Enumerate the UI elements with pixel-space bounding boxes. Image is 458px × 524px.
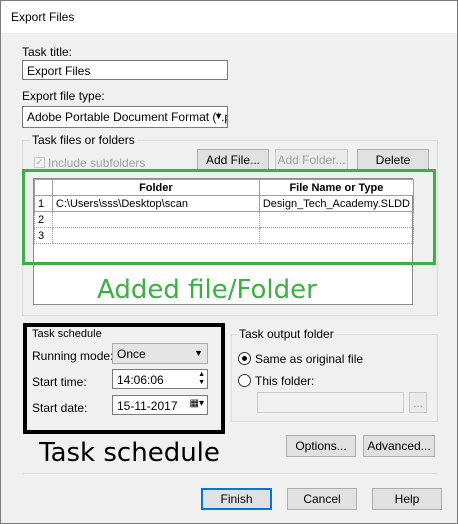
added-file-annotation: Added file/Folder (97, 275, 317, 305)
chevron-down-icon: ▼ (214, 111, 223, 121)
task-title-label: Task title: (22, 45, 73, 59)
export-type-select[interactable]: Adobe Portable Document Format (*.p ▼ (22, 106, 228, 128)
spinner-icon[interactable]: ▲ ▼ (198, 371, 205, 387)
start-time-input[interactable]: 14:06:06 ▲ ▼ (112, 369, 208, 389)
start-time-value: 14:06:06 (117, 373, 164, 387)
this-folder-input[interactable] (257, 392, 404, 413)
this-folder-radio[interactable] (238, 374, 251, 387)
same-as-original-radio[interactable] (238, 352, 251, 365)
add-folder-button[interactable]: Add Folder... (275, 149, 348, 171)
start-date-label: Start date: (32, 401, 88, 415)
task-schedule-label: Task schedule (32, 328, 102, 340)
export-type-value: Adobe Portable Document Format (*.p (27, 110, 228, 124)
add-file-button[interactable]: Add File... (197, 149, 269, 171)
calendar-icon[interactable]: ▦▾ (190, 398, 204, 409)
divider (23, 473, 437, 474)
browse-button[interactable]: ... (409, 392, 427, 413)
start-time-label: Start time: (32, 375, 87, 389)
export-files-dialog: Export Files Task title: Export Files Ex… (0, 0, 458, 524)
output-folder-label: Task output folder (237, 327, 336, 341)
running-mode-label: Running mode: (32, 349, 114, 363)
added-files-highlight (22, 169, 436, 265)
options-button[interactable]: Options... (286, 435, 356, 457)
include-subfolders-checkbox[interactable]: ✓ (34, 157, 45, 168)
window-title: Export Files (11, 10, 75, 24)
same-as-original-label: Same as original file (255, 352, 364, 366)
task-title-input[interactable]: Export Files (22, 60, 228, 80)
task-files-label: Task files or folders (30, 133, 137, 147)
finish-button[interactable]: Finish (201, 488, 272, 510)
advanced-button[interactable]: Advanced... (363, 435, 435, 457)
this-folder-label: This folder: (255, 374, 315, 388)
title-bar: Export Files (1, 1, 457, 33)
cancel-button[interactable]: Cancel (287, 488, 357, 510)
task-schedule-annotation: Task schedule (39, 438, 220, 468)
chevron-down-icon: ▼ (194, 348, 203, 358)
export-type-label: Export file type: (22, 89, 105, 103)
include-subfolders-label: Include subfolders (48, 156, 146, 170)
running-mode-value: Once (117, 347, 146, 361)
start-date-input[interactable]: 15-11-2017 ▦▾ (112, 395, 208, 415)
start-date-value: 15-11-2017 (117, 399, 178, 413)
help-button[interactable]: Help (372, 488, 442, 510)
delete-button[interactable]: Delete (357, 149, 429, 171)
running-mode-select[interactable]: Once ▼ (112, 343, 208, 364)
